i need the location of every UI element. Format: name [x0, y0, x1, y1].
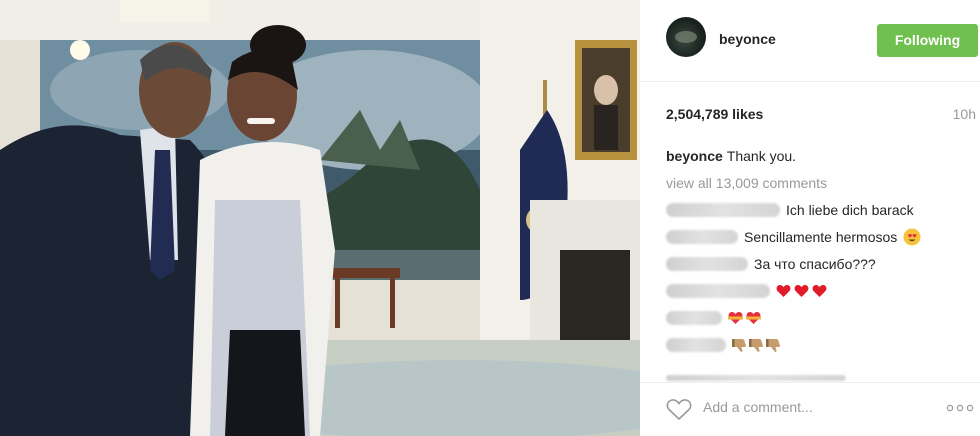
comment-text: Sencillamente hermosos — [744, 229, 898, 245]
post-side-panel: beyonce Following 2,504,789 likes 10h be… — [640, 0, 980, 436]
view-all-comments-link[interactable]: view all 13,009 comments — [666, 175, 827, 191]
red-heart-icon — [812, 284, 827, 298]
caption: beyonce Thank you. — [666, 148, 796, 164]
heart-with-ribbon-icon — [746, 311, 761, 325]
blurred-username — [666, 338, 726, 352]
following-button[interactable]: Following — [877, 24, 978, 57]
thumbs-down-icon — [732, 337, 748, 353]
comment-item — [666, 282, 830, 300]
red-heart-icon — [776, 284, 791, 298]
heart-with-ribbon-icon — [728, 311, 743, 325]
header-username[interactable]: beyonce — [719, 31, 776, 47]
blurred-username — [666, 375, 846, 381]
blurred-username — [666, 284, 770, 298]
post-photo-illustration — [0, 0, 640, 436]
heart-outline-icon[interactable] — [666, 397, 692, 421]
comment-item: Sencillamente hermosos — [666, 228, 924, 246]
caption-username[interactable]: beyonce — [666, 148, 723, 164]
comment-item: За что спасибо??? — [666, 255, 876, 273]
thumbs-down-icon — [766, 337, 782, 353]
heart-eyes-emoji-icon — [903, 228, 921, 246]
ellipsis-icon[interactable] — [946, 403, 974, 413]
caption-text: Thank you. — [726, 148, 797, 164]
comment-text: Ich liebe dich barack — [786, 202, 914, 218]
blurred-username — [666, 311, 722, 325]
post-photo[interactable] — [0, 0, 640, 436]
add-comment-input[interactable]: Add a comment... — [703, 399, 813, 415]
post-timestamp[interactable]: 10h — [953, 106, 976, 122]
blurred-username — [666, 257, 748, 271]
post-header: beyonce Following — [640, 0, 980, 82]
thumbs-down-icon — [749, 337, 765, 353]
blurred-username — [666, 203, 780, 217]
comment-item — [666, 364, 852, 382]
comment-text: За что спасибо??? — [754, 256, 876, 272]
comment-item — [666, 309, 764, 327]
blurred-username — [666, 230, 738, 244]
red-heart-icon — [794, 284, 809, 298]
post-footer: Add a comment... — [640, 382, 980, 436]
likes-count[interactable]: 2,504,789 likes — [666, 106, 763, 122]
avatar[interactable] — [666, 17, 706, 57]
comment-item: Ich liebe dich barack — [666, 201, 914, 219]
comment-item — [666, 336, 783, 354]
